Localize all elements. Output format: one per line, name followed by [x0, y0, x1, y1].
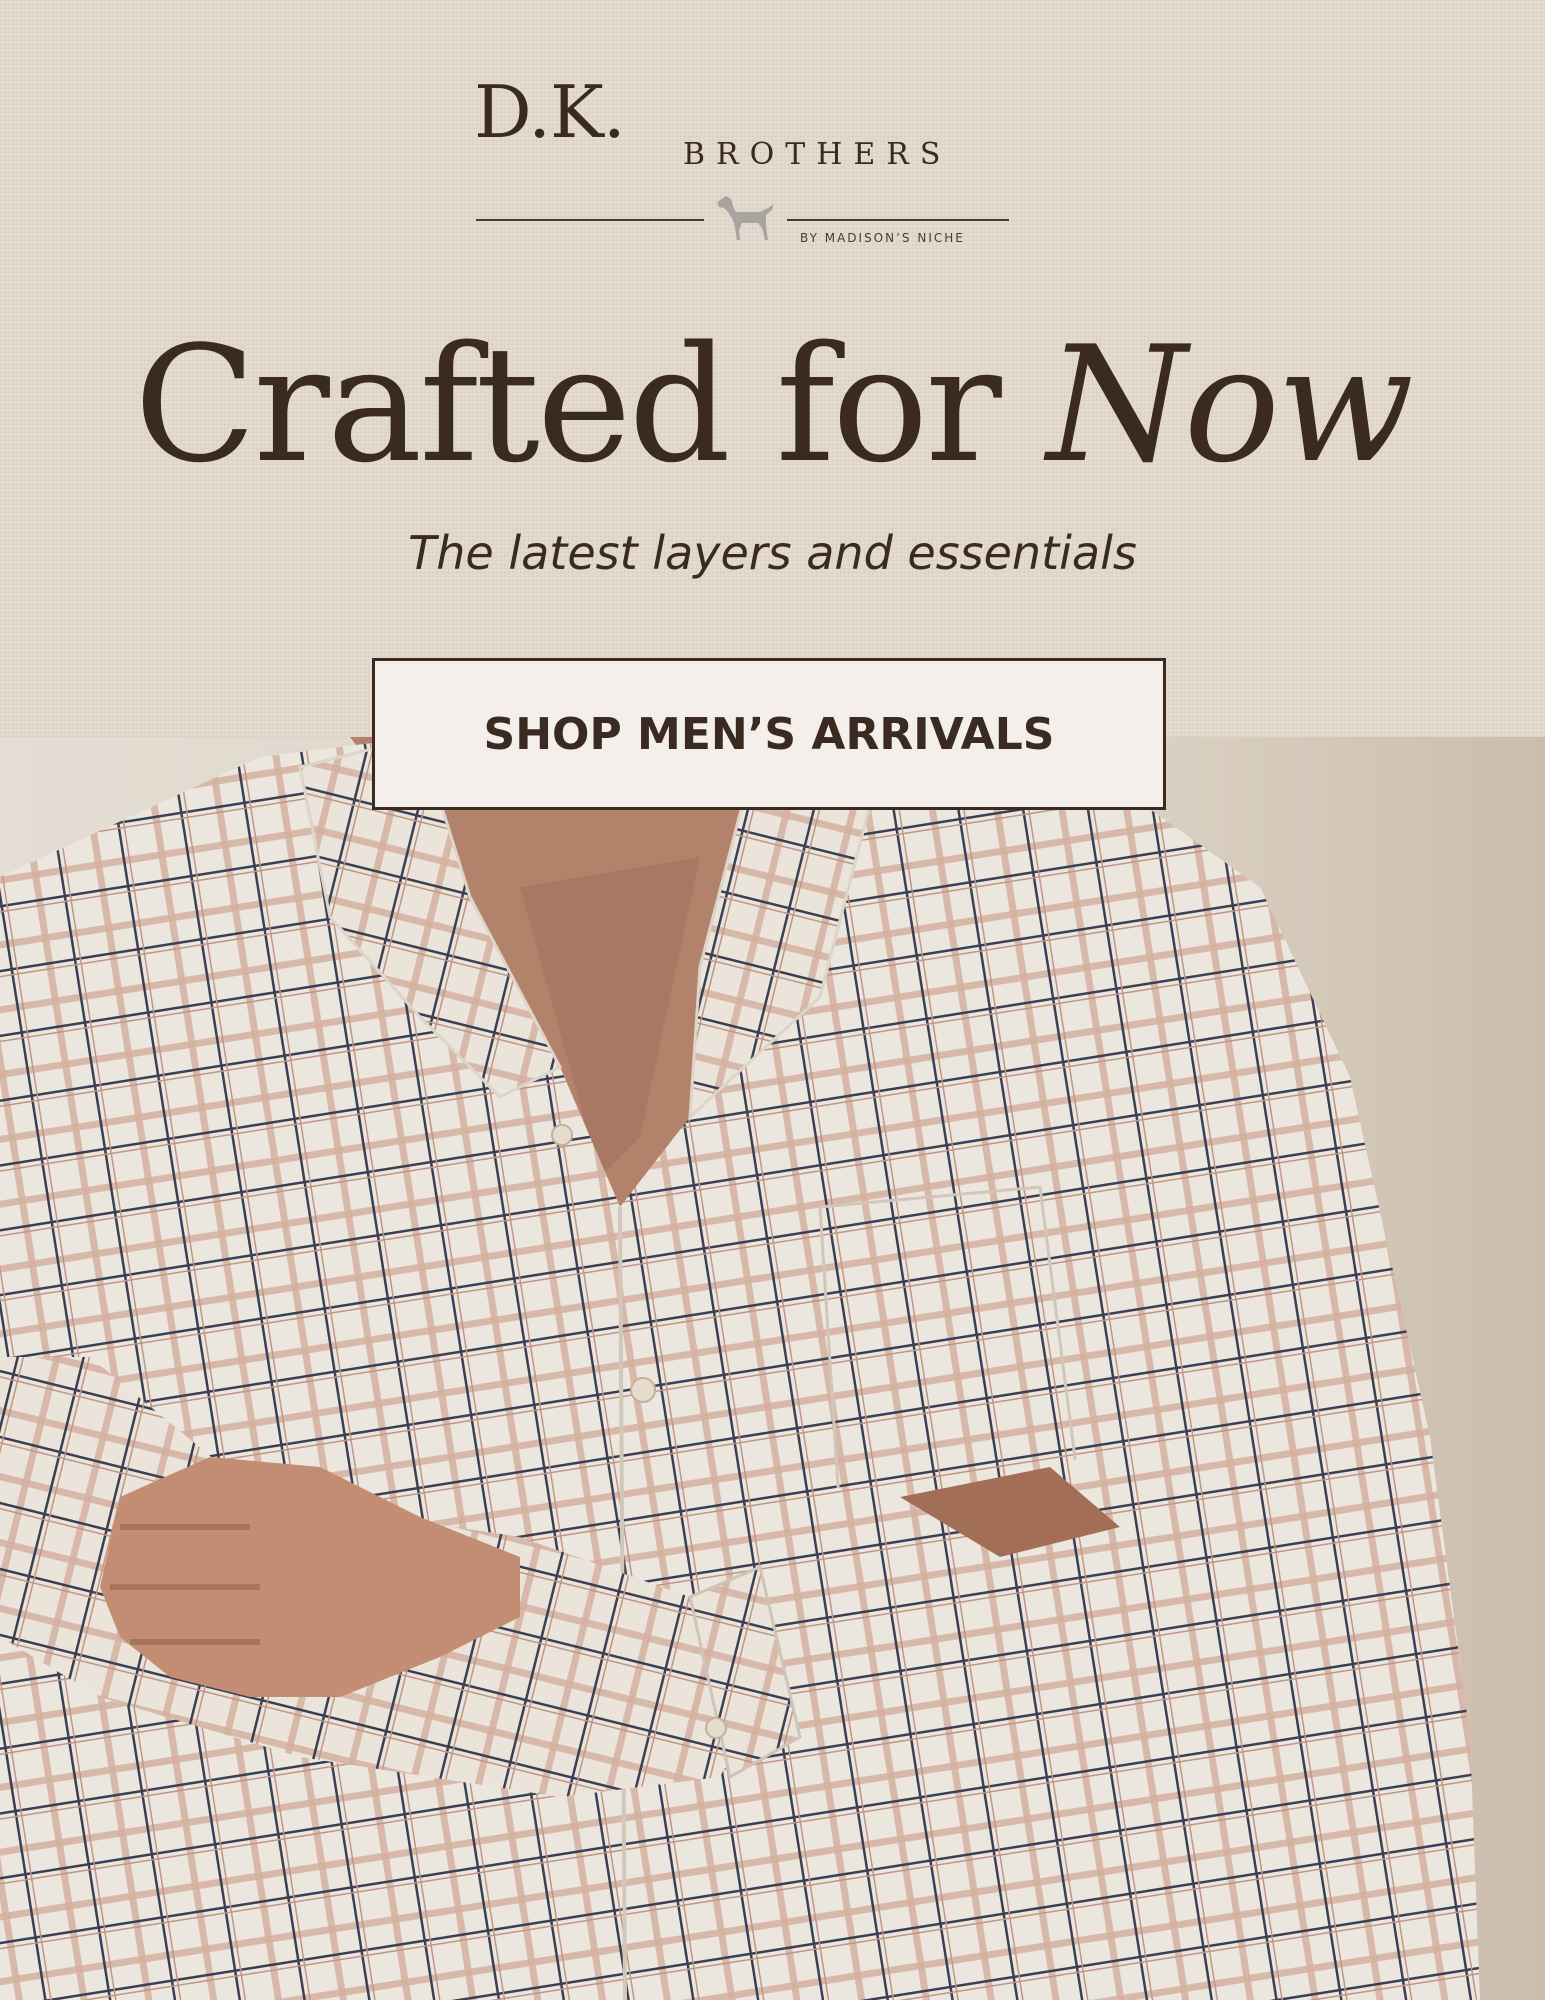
- model-plaid-shirt-image: [0, 737, 1545, 2000]
- brand-name-secondary: BROTHERS: [683, 137, 952, 172]
- headline-regular: Crafted for: [134, 311, 1047, 498]
- hero-subheadline: The latest layers and essentials: [408, 526, 1137, 580]
- brand-logo[interactable]: D.K. BROTHERS BY MADISON’S NICHE: [0, 0, 1545, 260]
- brand-tagline: BY MADISON’S NICHE: [800, 231, 965, 245]
- hero-headline: Crafted for Now: [0, 325, 1545, 485]
- shop-mens-arrivals-button[interactable]: SHOP MEN’S ARRIVALS: [372, 658, 1166, 810]
- pointer-dog-icon: [717, 196, 774, 240]
- hero-photo[interactable]: [0, 737, 1545, 2000]
- logo-divider-right: [787, 219, 1009, 221]
- headline-italic: Now: [1046, 311, 1414, 498]
- brand-name-primary: D.K.: [474, 70, 626, 154]
- logo-divider-left: [476, 219, 704, 221]
